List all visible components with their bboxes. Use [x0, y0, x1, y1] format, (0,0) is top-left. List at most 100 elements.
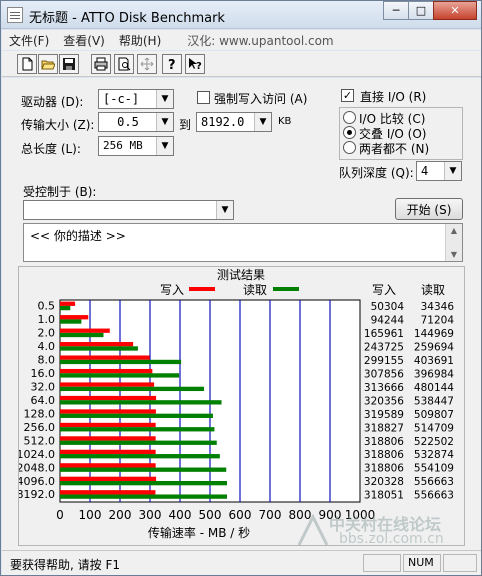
print-preview-icon[interactable] [114, 54, 134, 74]
write-bar [60, 476, 157, 481]
menu-file[interactable]: 文件(F) [2, 32, 56, 49]
print-icon[interactable] [91, 54, 111, 74]
description-textarea[interactable]: << 你的描述 >> ▲ ▼ [23, 223, 463, 262]
direct-io-checkbox[interactable]: ✓ [341, 89, 354, 102]
read-bar [60, 400, 222, 405]
y-category-label: 4.0 [38, 340, 56, 353]
chevron-down-icon[interactable]: ▼ [156, 90, 173, 108]
drive-label: 驱动器 (D): [21, 95, 84, 109]
legend-write-swatch [189, 287, 215, 291]
svg-text:?: ? [196, 61, 202, 71]
y-category-label: 128.0 [24, 407, 56, 420]
controlled-by-label: 受控制于 (B): [23, 185, 97, 199]
chevron-down-icon[interactable]: ▼ [444, 162, 461, 180]
write-value: 50304 [371, 301, 405, 313]
description-text: << 你的描述 >> [30, 229, 126, 243]
settings-panel: 驱动器 (D): [-c-] ▼ 强制写入访问 (A) ✓ 直接 I/O (R)… [2, 78, 481, 550]
read-bar [60, 319, 82, 324]
total-length-select[interactable]: 256 MB ▼ [98, 136, 174, 156]
context-help-icon[interactable]: ? [185, 54, 205, 74]
chevron-down-icon[interactable]: ▼ [156, 113, 173, 131]
force-write-checkbox[interactable] [197, 91, 210, 104]
move-icon[interactable] [137, 54, 157, 74]
legend-read-label: 读取 [243, 283, 267, 297]
maximize-button[interactable]: □ [408, 1, 434, 20]
read-bar [60, 373, 180, 378]
y-category-label: 32.0 [31, 380, 56, 393]
menu-help[interactable]: 帮助(H) [112, 32, 168, 49]
force-write-label: 强制写入访问 (A) [214, 92, 308, 106]
y-category-label: 256.0 [24, 421, 56, 434]
watermark-logo-icon [297, 513, 329, 546]
write-bar [60, 490, 156, 495]
read-bar [60, 454, 220, 459]
status-cell-empty-1 [363, 554, 401, 572]
read-value: 71204 [421, 315, 455, 327]
x-tick-label: 300 [139, 508, 162, 522]
write-value: 313666 [364, 382, 404, 394]
transfer-size-label: 传输大小 (Z): [21, 118, 95, 132]
queue-depth-label: 队列深度 (Q): [339, 166, 414, 180]
total-length-value: 256 MB [103, 139, 143, 152]
io-compare-radio[interactable] [343, 111, 356, 124]
controlled-by-select[interactable]: ▼ [23, 200, 234, 220]
description-scrollbar[interactable]: ▲ ▼ [445, 224, 462, 261]
x-axis-label: 传输速率 - MB / 秒 [148, 525, 250, 540]
write-bar [60, 463, 156, 468]
help-icon[interactable]: ? [162, 54, 182, 74]
read-bar [60, 480, 227, 486]
read-value: 522502 [414, 436, 454, 448]
minimize-button[interactable]: ─ [383, 1, 409, 20]
read-value: 480144 [414, 382, 454, 394]
write-bar [60, 301, 76, 306]
x-tick-label: 500 [199, 508, 222, 522]
chevron-down-icon[interactable]: ▼ [156, 137, 173, 155]
read-value: 34346 [421, 301, 455, 313]
scroll-up-icon[interactable]: ▲ [446, 226, 462, 235]
menu-localized-credit[interactable]: 汉化: www.upantool.com [180, 32, 340, 49]
write-value: 318806 [364, 449, 404, 461]
write-value: 318806 [364, 436, 404, 448]
open-icon[interactable] [38, 54, 58, 74]
kb-label: KB [278, 116, 292, 127]
scroll-down-icon[interactable]: ▼ [446, 250, 462, 259]
direct-io-label: 直接 I/O (R) [360, 90, 427, 104]
status-text: 要获得帮助, 请按 F1 [10, 558, 120, 572]
write-bar [60, 355, 150, 360]
write-bar [60, 449, 156, 455]
y-category-label: 512.0 [24, 434, 56, 447]
results-title: 测试结果 [217, 267, 265, 282]
write-bar [60, 436, 156, 441]
title-bar[interactable]: 无标题 - ATTO Disk Benchmark ─ □ ✕ [1, 1, 481, 29]
neither-io-radio[interactable] [343, 141, 356, 154]
write-value: 320356 [364, 395, 404, 407]
drive-select[interactable]: [-c-] ▼ [98, 89, 174, 109]
read-value: 554109 [414, 463, 454, 475]
write-value: 318051 [364, 490, 404, 502]
drive-value: [-c-] [103, 92, 140, 106]
new-icon[interactable] [17, 54, 37, 74]
start-button[interactable]: 开始 (S) [395, 198, 463, 220]
write-bar [60, 422, 156, 428]
status-bar: 要获得帮助, 请按 F1 NUM [2, 550, 481, 575]
read-bar [60, 332, 104, 338]
read-value: 556663 [414, 490, 454, 502]
write-value: 320328 [364, 476, 404, 488]
queue-depth-select[interactable]: 4 ▼ [416, 161, 462, 181]
transfer-to-select[interactable]: 8192.0 ▼ [196, 112, 272, 132]
write-value: 318827 [364, 422, 404, 434]
save-icon[interactable] [59, 54, 79, 74]
close-button[interactable]: ✕ [433, 1, 477, 20]
read-bar [60, 346, 138, 351]
write-value: 318806 [364, 463, 404, 475]
x-tick-label: 100 [79, 508, 102, 522]
transfer-from-select[interactable]: 0.5 ▼ [98, 112, 174, 132]
menu-view[interactable]: 查看(V) [56, 32, 112, 49]
y-category-label: 1.0 [38, 313, 56, 326]
write-bar [60, 409, 156, 414]
chevron-down-icon[interactable]: ▼ [254, 113, 271, 131]
read-bar [60, 359, 182, 365]
chevron-down-icon[interactable]: ▼ [216, 201, 233, 219]
to-label: 到 [179, 118, 192, 132]
overlapped-io-radio[interactable] [343, 126, 356, 139]
